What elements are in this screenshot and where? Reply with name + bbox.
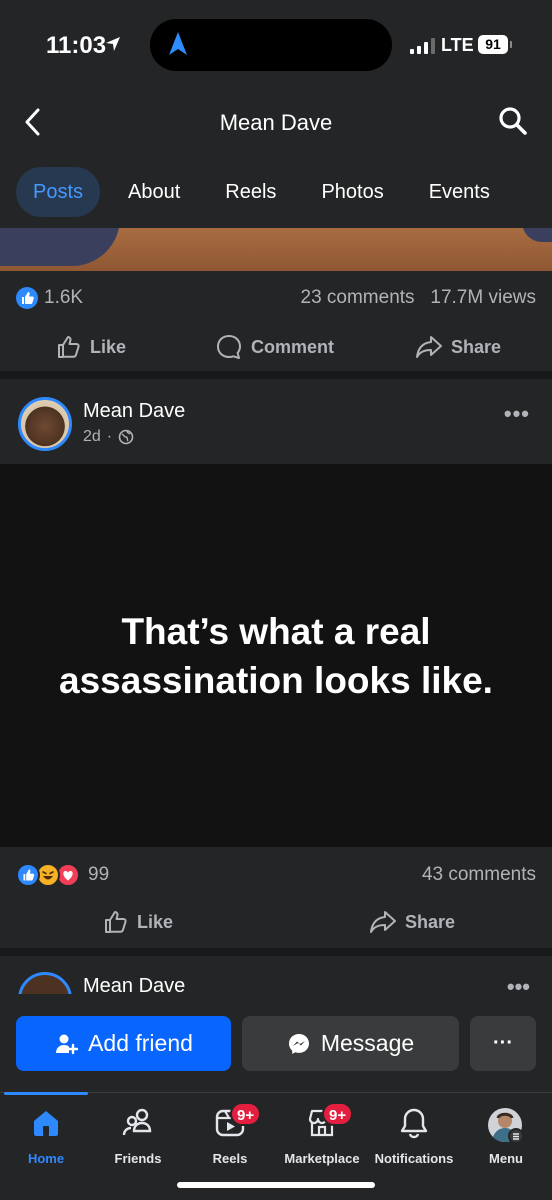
thumbs-up-icon xyxy=(105,911,127,933)
thumbs-up-icon xyxy=(58,336,80,358)
page-title: Mean Dave xyxy=(219,110,333,135)
post-header: Mean Dave ••• xyxy=(0,962,552,994)
message-button[interactable]: Message xyxy=(242,1016,459,1071)
meta-separator: · xyxy=(106,428,113,445)
signal-strength-icon xyxy=(410,38,435,54)
message-label: Message xyxy=(320,1030,415,1056)
add-friend-label: Add friend xyxy=(88,1030,193,1056)
post-stats: 1.6K 23 comments 17.7M views xyxy=(16,285,536,311)
globe-icon xyxy=(118,429,134,445)
marketplace-badge: 9+ xyxy=(322,1102,354,1126)
post-photo[interactable] xyxy=(0,228,552,271)
nav-menu[interactable]: Menu xyxy=(460,1093,552,1173)
bell-icon xyxy=(400,1108,428,1139)
author-avatar[interactable] xyxy=(18,397,72,451)
home-indicator xyxy=(177,1182,375,1188)
nav-home-label: Home xyxy=(27,1151,65,1166)
like-reaction-icon xyxy=(16,863,40,887)
share-button[interactable]: Share xyxy=(415,323,501,371)
nav-notifications[interactable]: Notifications xyxy=(368,1093,460,1173)
photo-detail xyxy=(522,228,552,242)
post-text-image[interactable]: That’s what a real assassination looks l… xyxy=(0,464,552,847)
reaction-icons[interactable] xyxy=(16,863,86,887)
search-icon[interactable] xyxy=(498,106,528,136)
page-header: Mean Dave xyxy=(0,90,552,154)
more-actions-button[interactable]: ··· xyxy=(470,1016,536,1071)
bottom-tab-bar: Home Friends 9+ Reels 9+ Marketplace Not… xyxy=(0,1092,552,1200)
share-arrow-icon xyxy=(370,911,396,933)
tab-reels[interactable]: Reels xyxy=(208,167,293,217)
profile-tabs: Posts About Reels Photos Events xyxy=(16,167,518,217)
dynamic-island xyxy=(150,19,392,71)
post-text: That’s what a real assassination looks l… xyxy=(59,610,493,701)
nav-menu-label: Menu xyxy=(489,1151,523,1166)
navigation-arrow-icon xyxy=(169,32,187,55)
post-meta: 2d · xyxy=(83,428,134,446)
share-label: Share xyxy=(451,336,502,357)
nav-marketplace[interactable]: 9+ Marketplace xyxy=(276,1093,368,1173)
author-avatar[interactable] xyxy=(18,972,72,994)
tab-about[interactable]: About xyxy=(111,167,197,217)
nav-reels[interactable]: 9+ Reels xyxy=(184,1093,276,1173)
like-label: Like xyxy=(137,911,174,932)
post-divider xyxy=(0,371,552,379)
comment-count[interactable]: 23 comments xyxy=(301,287,415,308)
home-icon xyxy=(34,1111,58,1136)
comment-button[interactable]: Comment xyxy=(215,323,334,371)
reaction-count[interactable]: 1.6K xyxy=(44,287,83,309)
nav-home[interactable]: Home xyxy=(0,1093,92,1173)
comments-views[interactable]: 23 comments 17.7M views xyxy=(301,287,537,309)
menu-avatar-icon xyxy=(488,1108,524,1144)
reaction-count[interactable]: 99 xyxy=(88,864,109,886)
nav-friends-label: Friends xyxy=(114,1151,162,1166)
nav-notifications-label: Notifications xyxy=(374,1151,454,1166)
comment-count[interactable]: 43 comments xyxy=(422,864,536,886)
messenger-icon xyxy=(288,1033,309,1054)
post-actions: Like Comment Share xyxy=(0,323,552,371)
post-actions: Like Share xyxy=(0,898,552,946)
nav-marketplace-label: Marketplace xyxy=(284,1151,360,1166)
tab-events[interactable]: Events xyxy=(412,167,507,217)
battery-icon: 91 xyxy=(478,35,508,54)
tab-photos[interactable]: Photos xyxy=(304,167,400,217)
view-count: 17.7M views xyxy=(430,287,536,308)
post-header: Mean Dave 2d · ••• xyxy=(0,387,552,463)
network-type: LTE xyxy=(441,35,474,55)
add-friend-button[interactable]: Add friend xyxy=(16,1016,231,1071)
profile-action-bar: Add friend Message ··· xyxy=(0,994,552,1092)
status-time: 11:03 xyxy=(46,32,107,59)
like-button[interactable]: Like xyxy=(56,323,126,371)
tab-posts[interactable]: Posts xyxy=(16,167,101,217)
more-options-icon[interactable]: ••• xyxy=(504,401,530,427)
location-arrow-icon xyxy=(106,37,120,51)
share-label: Share xyxy=(405,911,456,932)
author-name[interactable]: Mean Dave xyxy=(83,400,185,423)
friends-icon xyxy=(122,1108,152,1136)
status-bar: 11:03 LTE 91 xyxy=(0,0,552,90)
photo-detail xyxy=(0,228,120,266)
reels-badge: 9+ xyxy=(230,1102,262,1126)
share-button[interactable]: Share xyxy=(369,898,455,946)
comment-label: Comment xyxy=(251,336,335,357)
like-reaction-icon[interactable] xyxy=(16,287,38,309)
nav-reels-label: Reels xyxy=(212,1151,248,1166)
nav-friends[interactable]: Friends xyxy=(92,1093,184,1173)
author-name[interactable]: Mean Dave xyxy=(83,975,185,994)
post-divider xyxy=(0,948,552,956)
more-options-icon[interactable]: ••• xyxy=(507,974,530,994)
add-friend-icon xyxy=(56,1034,79,1054)
comment-bubble-icon xyxy=(217,335,241,359)
battery-tip xyxy=(510,41,512,48)
like-label: Like xyxy=(90,336,127,357)
share-arrow-icon xyxy=(416,336,442,358)
like-button[interactable]: Like xyxy=(103,898,173,946)
post-time[interactable]: 2d xyxy=(83,428,101,446)
post-stats: 99 43 comments xyxy=(16,862,536,888)
